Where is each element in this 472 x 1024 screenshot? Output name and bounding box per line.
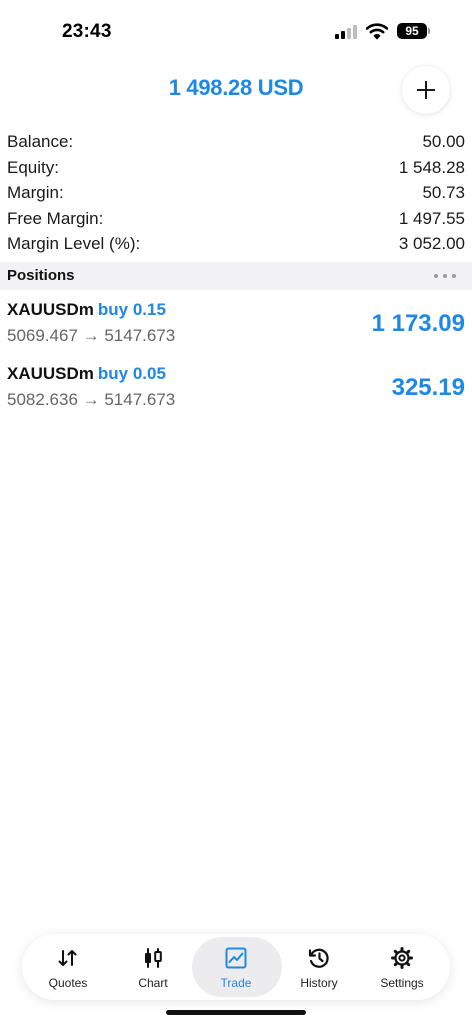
trade-screen: 23:43 95 1 498.28 USD Balance: 50.00 Equ… [0, 0, 472, 1024]
summary-row-free-margin: Free Margin: 1 497.55 [0, 207, 472, 233]
signal-icon [335, 25, 359, 39]
position-row[interactable]: XAUUSDm buy 0.15 5069.467 → 5147.673 1 17… [0, 300, 472, 362]
position-profit: 1 173.09 [371, 310, 465, 337]
quotes-icon [58, 950, 77, 966]
summary-label: Equity: [7, 157, 59, 177]
tab-settings[interactable]: Settings [360, 934, 444, 1000]
position-side: buy 0.05 [97, 364, 166, 383]
tab-chart[interactable]: Chart [111, 934, 195, 1000]
tab-label: Quotes [48, 976, 88, 990]
summary-label: Margin: [7, 183, 64, 202]
position-symbol: XAUUSDm [7, 300, 94, 319]
summary-row-margin: Margin: 50.73 [0, 181, 472, 207]
trade-icon [225, 947, 247, 969]
summary-value: 1 548.28 [398, 157, 465, 177]
battery-tip [428, 28, 430, 34]
summary-value: 50.73 [422, 183, 465, 202]
add-order-button[interactable] [402, 66, 450, 114]
position-row[interactable]: XAUUSDm buy 0.05 5082.636 → 5147.673 325.… [0, 364, 472, 426]
position-title-line: XAUUSDm buy 0.15 [7, 300, 166, 320]
position-prices: 5069.467 → 5147.673 [7, 326, 176, 345]
position-side: buy 0.15 [97, 300, 166, 319]
summary-label: Margin Level (%): [7, 234, 141, 253]
status-time: 23:43 [62, 21, 112, 42]
tab-label: Chart [138, 976, 168, 990]
positions-title: Positions [7, 267, 75, 284]
tab-trade[interactable]: Trade [192, 934, 282, 1000]
summary-label: Balance: [7, 132, 74, 151]
summary-value: 50.00 [422, 132, 465, 151]
summary-row-equity: Equity: 1 548.28 [0, 156, 472, 182]
summary-value: 1 497.55 [398, 208, 465, 228]
tab-label: Trade [220, 976, 252, 990]
more-horizontal-icon[interactable] [434, 274, 458, 279]
history-icon [308, 948, 329, 968]
summary-row-balance: Balance: 50.00 [0, 130, 472, 156]
bottom-tab-bar: Quotes Chart Trade History Settings [22, 934, 450, 1000]
tab-label: Settings [380, 976, 424, 990]
position-symbol: XAUUSDm [7, 364, 94, 383]
wifi-icon [366, 23, 388, 40]
account-summary: Balance: 50.00 Equity: 1 548.28 Margin: … [0, 130, 472, 258]
battery-icon: 95 [397, 23, 427, 39]
header: 1 498.28 USD [0, 62, 472, 118]
chart-icon [145, 948, 162, 968]
status-bar: 23:43 95 [0, 0, 472, 62]
summary-value: 3 052.00 [398, 234, 465, 253]
positions-section-header: Positions [0, 262, 472, 290]
summary-row-margin-level: Margin Level (%): 3 052.00 [0, 232, 472, 258]
position-title-line: XAUUSDm buy 0.05 [7, 364, 166, 384]
tab-history[interactable]: History [277, 934, 361, 1000]
settings-icon [391, 947, 413, 969]
position-profit: 325.19 [391, 374, 465, 401]
summary-label: Free Margin: [7, 208, 104, 228]
position-prices: 5082.636 → 5147.673 [7, 390, 176, 409]
home-indicator [166, 1010, 306, 1015]
tab-label: History [300, 976, 338, 990]
tab-quotes[interactable]: Quotes [26, 934, 110, 1000]
